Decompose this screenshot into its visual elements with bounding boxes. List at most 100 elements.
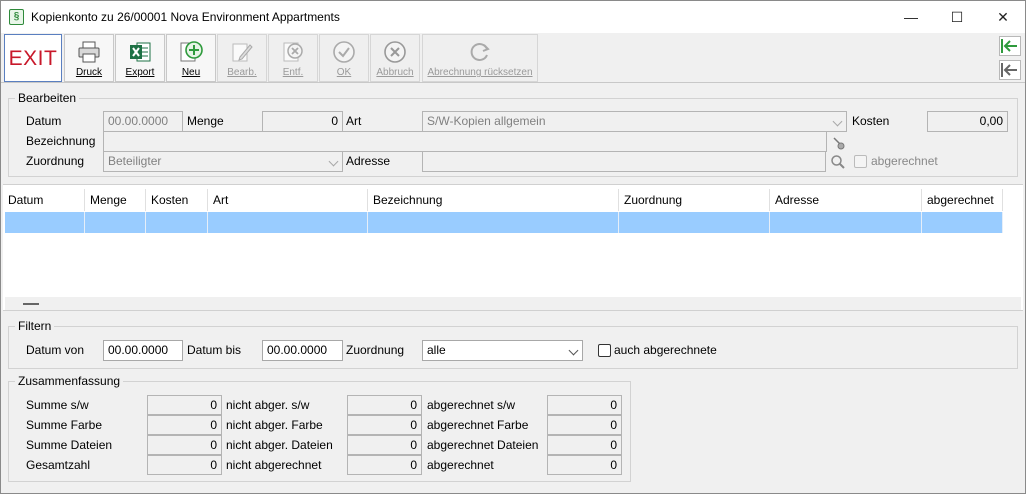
quantity-field[interactable]: 0	[262, 111, 343, 132]
summary-label: abgerechnet	[427, 458, 494, 472]
summary-value: 0	[347, 455, 422, 475]
summary-label: abgerechnet Farbe	[427, 418, 529, 432]
export-button[interactable]: Export	[115, 34, 165, 82]
date-to-label: Datum bis	[187, 343, 242, 357]
pencil-icon	[232, 43, 253, 62]
filter-group: Filtern Datum von 00.00.0000 Datum bis 0…	[8, 319, 1018, 369]
exit-button[interactable]: EXIT	[4, 34, 62, 82]
summary-group: Zusammenfassung Summe s/w 0 nicht abger.…	[8, 374, 631, 482]
billed-checkbox[interactable]	[854, 155, 867, 168]
table-cell	[619, 212, 770, 233]
title-bar: § Kopienkonto zu 26/00001 Nova Environme…	[1, 1, 1025, 33]
summary-label: Summe s/w	[26, 398, 89, 412]
type-label: Art	[346, 114, 362, 128]
app-logo-icon: §	[9, 9, 24, 25]
date-to-field[interactable]: 00.00.0000	[262, 340, 343, 361]
new-button[interactable]: Neu	[166, 34, 216, 82]
summary-group-title: Zusammenfassung	[15, 374, 124, 388]
filter-assignment-dropdown[interactable]: alle	[422, 340, 583, 361]
summary-value: 0	[147, 395, 222, 415]
filter-assignment-value: alle	[427, 343, 446, 357]
table-footer	[5, 297, 1021, 310]
search-icon[interactable]	[830, 154, 846, 170]
column-header-zuordnung[interactable]: Zuordnung	[619, 189, 770, 211]
summary-label: Summe Dateien	[26, 438, 113, 452]
table-cell	[146, 212, 208, 233]
splitter-handle[interactable]	[23, 303, 39, 305]
column-header-art[interactable]: Art	[208, 189, 368, 211]
cost-label: Kosten	[852, 114, 890, 128]
arrow-left-gray-icon	[1001, 63, 1017, 77]
chevron-down-icon	[568, 345, 579, 356]
export-label: Export	[125, 67, 155, 78]
summary-value: 0	[347, 415, 422, 435]
date-from-label: Datum von	[26, 343, 85, 357]
plus-icon	[180, 41, 203, 62]
table-cell	[85, 212, 146, 233]
description-field[interactable]	[103, 131, 827, 152]
ok-button[interactable]: OK	[319, 34, 369, 82]
table-row[interactable]	[5, 212, 1003, 233]
summary-label: nicht abger. Farbe	[226, 418, 323, 432]
edit-group: Bearbeiten Datum 00.00.0000 Menge 0 Art …	[8, 91, 1018, 177]
summary-label: nicht abgerechnet	[226, 458, 322, 472]
type-dropdown-value: S/W-Kopien allgemein	[427, 114, 546, 128]
summary-value: 0	[547, 415, 622, 435]
check-icon	[333, 41, 355, 63]
delete-label: Entf.	[282, 67, 304, 78]
column-header-adresse[interactable]: Adresse	[770, 189, 922, 211]
summary-label: nicht abger. Dateien	[226, 438, 333, 452]
navigate-in-button[interactable]	[999, 36, 1021, 56]
ok-label: OK	[336, 67, 352, 78]
column-header-datum[interactable]: Datum	[3, 189, 85, 211]
print-button[interactable]: Druck	[64, 34, 114, 82]
window-title: Kopienkonto zu 26/00001 Nova Environment…	[31, 10, 340, 24]
address-label: Adresse	[346, 154, 391, 168]
chevron-down-icon	[832, 116, 843, 127]
date-from-field[interactable]: 00.00.0000	[103, 340, 183, 361]
minimize-button[interactable]: —	[888, 1, 934, 33]
printer-icon	[78, 41, 100, 63]
include-billed-checkbox[interactable]	[598, 344, 611, 357]
date-field[interactable]: 00.00.0000	[103, 111, 183, 132]
address-field[interactable]	[422, 151, 826, 172]
table-cell	[770, 212, 922, 233]
new-label: Neu	[181, 67, 201, 78]
filter-group-title: Filtern	[15, 319, 55, 333]
navigate-out-button[interactable]	[999, 60, 1021, 80]
summary-label: Gesamtzahl	[26, 458, 91, 472]
cost-field[interactable]: 0,00	[927, 111, 1008, 132]
edit-button[interactable]: Bearb.	[217, 34, 267, 82]
column-header-bezeichnung[interactable]: Bezeichnung	[368, 189, 619, 211]
arrow-left-green-icon	[1001, 39, 1017, 53]
app-window: § Kopienkonto zu 26/00001 Nova Environme…	[0, 0, 1026, 494]
delete-button[interactable]: Entf.	[268, 34, 318, 82]
edit-label: Bearb.	[227, 67, 257, 78]
assignment-dropdown[interactable]: Beteiligter	[103, 151, 343, 172]
print-label: Druck	[75, 67, 103, 78]
close-button[interactable]: ✕	[980, 1, 1026, 33]
excel-icon	[130, 42, 151, 62]
table-header: Datum Menge Kosten Art Bezeichnung Zuord…	[3, 189, 1003, 211]
records-table: Datum Menge Kosten Art Bezeichnung Zuord…	[3, 184, 1023, 311]
billed-label: abgerechnet	[871, 154, 938, 168]
chevron-down-icon	[328, 156, 339, 167]
summary-value: 0	[147, 455, 222, 475]
summary-label: Summe Farbe	[26, 418, 103, 432]
summary-value: 0	[347, 435, 422, 455]
pin-icon[interactable]	[830, 135, 846, 151]
reset-billing-label: Abrechnung rücksetzen	[427, 67, 533, 78]
column-header-kosten[interactable]: Kosten	[146, 189, 208, 211]
filter-assignment-label: Zuordnung	[346, 343, 405, 357]
type-dropdown[interactable]: S/W-Kopien allgemein	[422, 111, 847, 132]
reset-billing-button[interactable]: Abrechnung rücksetzen	[422, 34, 538, 82]
date-label: Datum	[26, 114, 62, 128]
summary-value: 0	[547, 395, 622, 415]
maximize-button[interactable]: ☐	[934, 1, 980, 33]
column-header-menge[interactable]: Menge	[85, 189, 146, 211]
quantity-label: Menge	[187, 114, 224, 128]
summary-label: nicht abger. s/w	[226, 398, 310, 412]
column-header-abgerechnet[interactable]: abgerechnet	[922, 189, 1003, 211]
refresh-icon	[470, 43, 490, 61]
cancel-button[interactable]: Abbruch	[370, 34, 420, 82]
